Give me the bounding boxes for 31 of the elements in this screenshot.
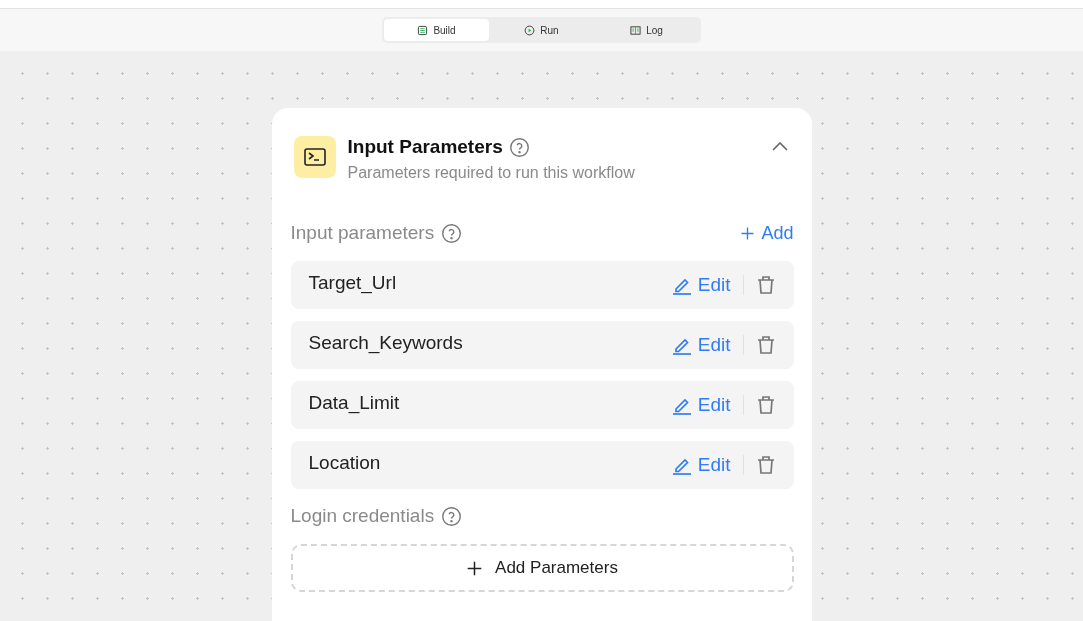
book-icon: [630, 24, 642, 36]
list-icon: [417, 24, 429, 36]
edit-button[interactable]: Edit: [671, 454, 731, 476]
edit-button[interactable]: Edit: [671, 334, 731, 356]
card-subtitle: Parameters required to run this workflow: [347, 164, 636, 182]
chevron-icon[interactable]: [771, 142, 788, 152]
parameter-name: Location: [308, 452, 382, 474]
add-parameters-button[interactable]: Add Parameters: [290, 544, 794, 592]
section-label: Input parameters: [290, 222, 435, 244]
edit-button[interactable]: Edit: [671, 394, 731, 416]
plus-icon: [740, 225, 756, 241]
view-tab[interactable]: Run: [489, 19, 594, 41]
parameter-name: Target_Url: [308, 272, 398, 294]
edit-button[interactable]: Edit: [671, 274, 731, 296]
help-icon: [441, 505, 463, 527]
add-button[interactable]: Add: [740, 222, 794, 244]
help-icon: [441, 222, 463, 244]
terminal-icon: [293, 136, 336, 178]
section-label: Login credentials: [290, 505, 435, 527]
view-tab[interactable]: Build: [384, 19, 489, 41]
trash-icon[interactable]: [755, 395, 776, 415]
play-icon: [524, 24, 536, 36]
parameter-name: Search_Keywords: [308, 332, 464, 354]
card-title: Input Parameters: [347, 136, 503, 158]
parameter-name: Data_Limit: [308, 392, 401, 414]
plus-icon: [466, 559, 484, 577]
trash-icon[interactable]: [755, 275, 776, 295]
view-tab[interactable]: Log: [594, 19, 699, 41]
help-icon: [508, 136, 530, 158]
trash-icon[interactable]: [755, 335, 776, 355]
trash-icon[interactable]: [755, 455, 776, 475]
